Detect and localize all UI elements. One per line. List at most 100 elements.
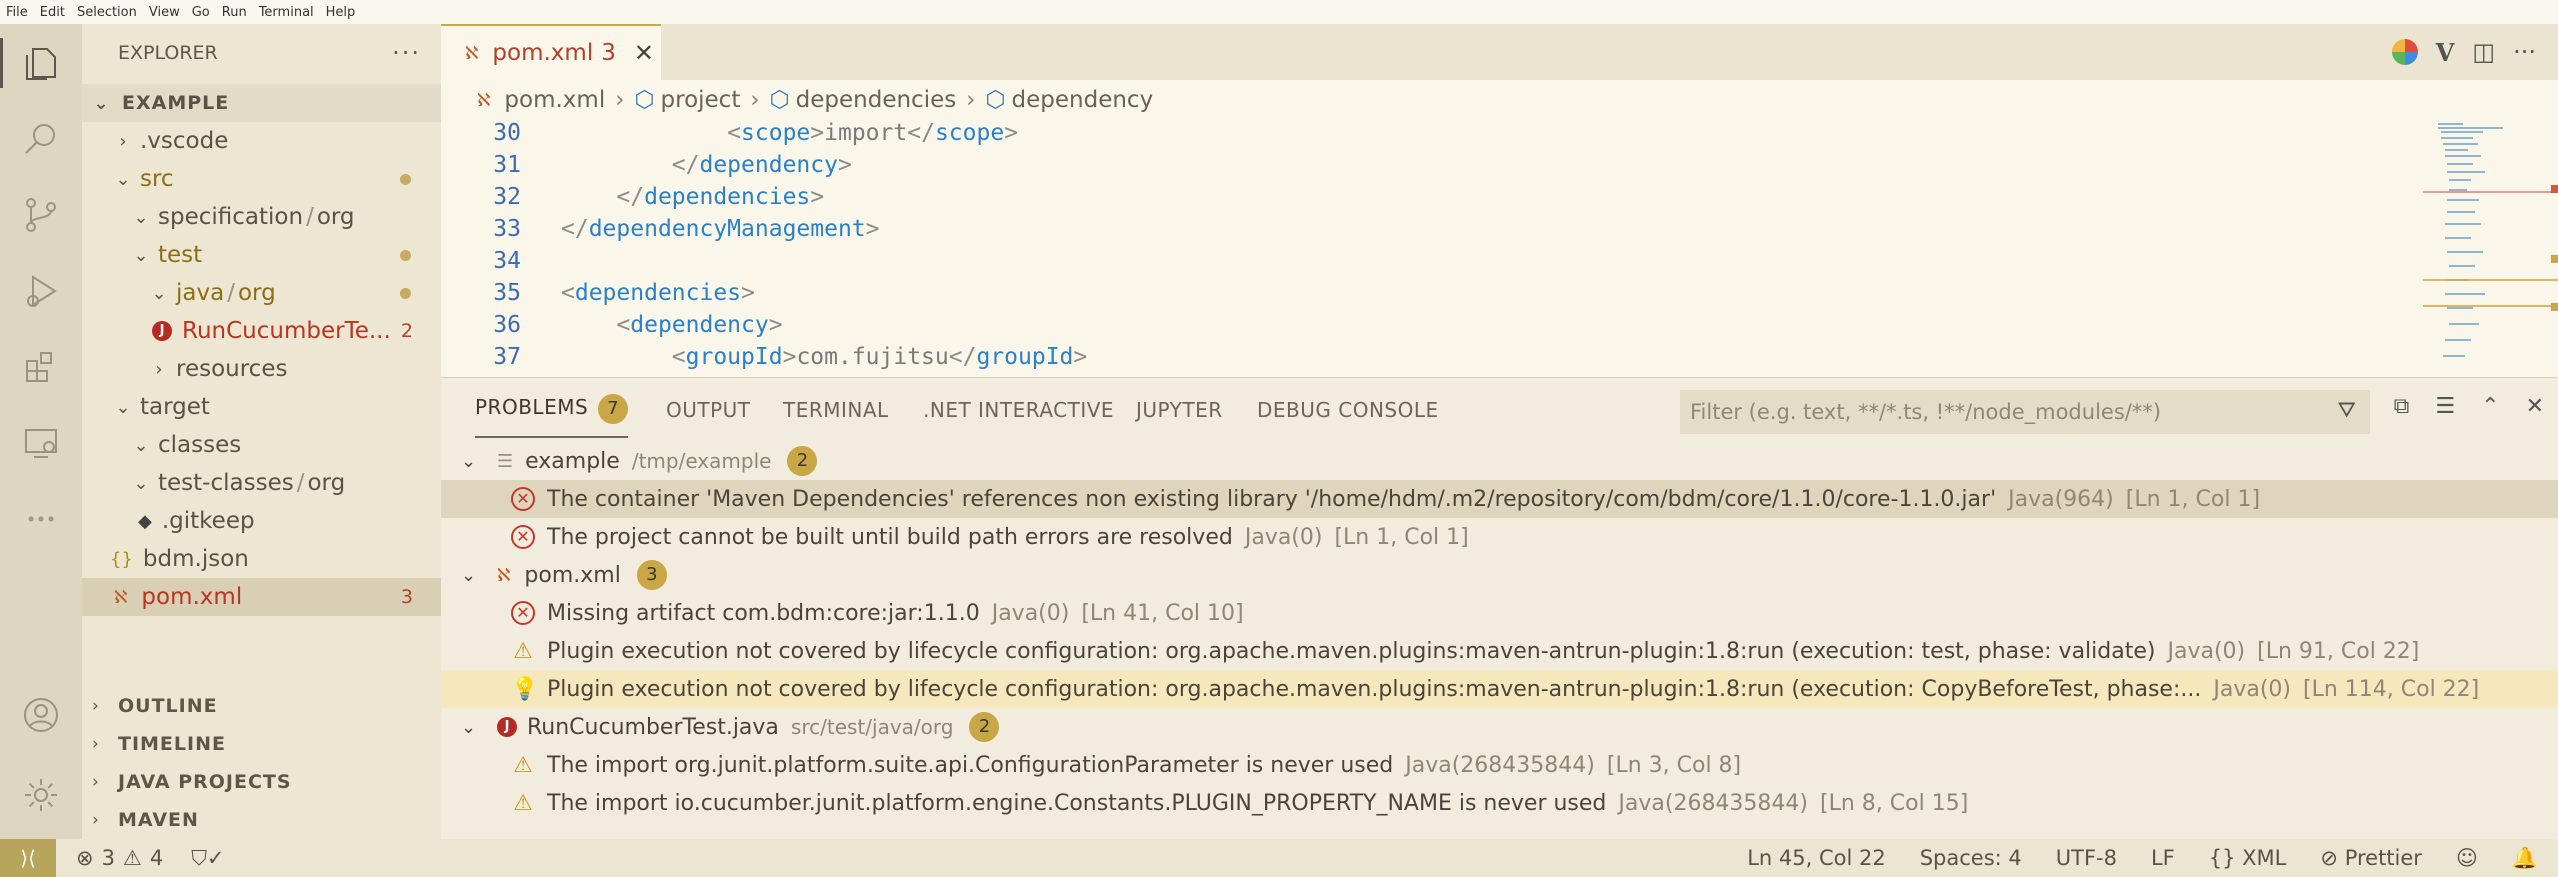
split-editor-icon[interactable]: ◫: [2472, 38, 2495, 66]
explorer-more-icon[interactable]: ···: [392, 39, 421, 67]
tab-debug-console[interactable]: DEBUG CONSOLE: [1257, 398, 1439, 422]
code-line[interactable]: 30 <scope>import</scope>: [441, 120, 2441, 152]
code-editor[interactable]: 30 <scope>import</scope> 31 </dependency>…: [441, 120, 2441, 377]
problems-status[interactable]: ⊗ 3 ⚠ 4: [76, 846, 163, 870]
tree-item-specification[interactable]: ⌄ specification / org: [82, 198, 441, 236]
tree-item-runcucumbertest[interactable]: J RunCucumberTe... 2: [82, 312, 441, 350]
code-line[interactable]: 37 <groupId>com.fujitsu</groupId>: [441, 344, 2441, 376]
source-control-icon: [26, 198, 56, 232]
chevron-right-icon: ›: [92, 696, 100, 716]
code-line[interactable]: 32 </dependencies>: [441, 184, 2441, 216]
collapse-all-icon[interactable]: ⧉: [2394, 394, 2410, 419]
problem-row[interactable]: ✕ Missing artifact com.bdm:core:jar:1.1.0…: [441, 594, 2558, 632]
problem-row[interactable]: ✕ The container 'Maven Dependencies' refe…: [441, 480, 2558, 518]
tree-item-java[interactable]: ⌄ java / org: [82, 274, 441, 312]
breadcrumb-item[interactable]: project: [661, 87, 741, 113]
problem-row[interactable]: ⚠ The import io.cucumber.junit.platform.e…: [441, 784, 2558, 822]
menu-selection[interactable]: Selection: [77, 5, 137, 20]
feedback-icon[interactable]: ☺: [2456, 846, 2478, 870]
source-control-activity[interactable]: [0, 180, 82, 250]
tree-item-src[interactable]: ⌄ src: [82, 160, 441, 198]
menu-view[interactable]: View: [149, 5, 180, 20]
shield-status[interactable]: ⛉✓: [191, 846, 224, 871]
menu-edit[interactable]: Edit: [40, 5, 65, 20]
tab-output[interactable]: OUTPUT: [666, 398, 751, 422]
close-icon[interactable]: ✕: [2526, 394, 2544, 419]
maximize-panel-icon[interactable]: ⌃: [2481, 394, 2499, 419]
menu-terminal[interactable]: Terminal: [259, 5, 314, 20]
filter-icon[interactable]: ⛛: [2338, 398, 2356, 423]
manage-activity[interactable]: [0, 760, 82, 830]
search-activity[interactable]: [0, 104, 82, 174]
tab-dotnet-interactive[interactable]: .NET INTERACTIVE: [923, 398, 1114, 422]
menu-run[interactable]: Run: [222, 5, 247, 20]
code-line[interactable]: 35 <dependencies>: [441, 280, 2441, 312]
tab-problems[interactable]: PROBLEMS 7: [475, 394, 629, 438]
language-mode[interactable]: {} XML: [2209, 846, 2287, 870]
tree-item-label: java: [176, 280, 225, 306]
end-of-line[interactable]: LF: [2151, 846, 2175, 870]
encoding[interactable]: UTF-8: [2056, 846, 2117, 870]
menu-file[interactable]: File: [6, 5, 28, 20]
tree-item-resources[interactable]: › resources: [82, 350, 441, 388]
breadcrumb-item[interactable]: dependency: [1012, 87, 1154, 113]
lightbulb-icon[interactable]: 💡: [511, 677, 538, 702]
tree-item-gitkeep[interactable]: ◆ .gitkeep: [82, 502, 441, 540]
problem-group-pom-xml[interactable]: ⌄ ℵ pom.xml 3: [441, 556, 2558, 594]
notifications-icon[interactable]: 🔔: [2512, 846, 2538, 871]
menu-go[interactable]: Go: [192, 5, 210, 20]
tree-item-test[interactable]: ⌄ test: [82, 236, 441, 274]
more-activity[interactable]: [0, 484, 82, 554]
tree-item-classes[interactable]: ⌄ classes: [82, 426, 441, 464]
breadcrumb-item[interactable]: pom.xml: [504, 87, 605, 113]
indentation[interactable]: Spaces: 4: [1920, 846, 2022, 870]
tab-jupyter[interactable]: JUPYTER: [1136, 398, 1223, 422]
extensions-activity[interactable]: [0, 332, 82, 402]
tree-item-pom-xml[interactable]: ℵ pom.xml 3: [82, 578, 441, 616]
code-line[interactable]: 33 </dependencyManagement>: [441, 216, 2441, 248]
code-line[interactable]: 31 </dependency>: [441, 152, 2441, 184]
tree-item-vscode[interactable]: › .vscode: [82, 122, 441, 160]
section-label: OUTLINE: [118, 695, 218, 717]
minimap[interactable]: [2423, 120, 2558, 377]
problem-row[interactable]: 💡 Plugin execution not covered by lifecyc…: [441, 670, 2558, 708]
maven-section[interactable]: › MAVEN: [82, 801, 441, 839]
code-line[interactable]: 36 <dependency>: [441, 312, 2441, 344]
editor-area: ℵ pom.xml 3 ✕ V ◫ ··· ℵ pom.xml › ⬡ proj…: [441, 24, 2558, 377]
more-actions-icon[interactable]: ···: [2513, 38, 2536, 66]
color-wheel-icon[interactable]: [2391, 39, 2418, 65]
accounts-activity[interactable]: [0, 680, 82, 750]
tree-item-test-classes[interactable]: ⌄ test-classes / org: [82, 464, 441, 502]
v-extension-icon[interactable]: V: [2436, 38, 2455, 67]
group-path: /tmp/example: [631, 449, 772, 473]
problems-filter-input[interactable]: Filter (e.g. text, **/*.ts, !**/node_mod…: [1680, 390, 2370, 434]
close-icon[interactable]: ✕: [634, 39, 654, 67]
path-separator: /: [296, 470, 305, 496]
section-label: JAVA PROJECTS: [118, 771, 292, 793]
problem-row[interactable]: ✕ The project cannot be built until build…: [441, 518, 2558, 556]
menu-help[interactable]: Help: [326, 5, 356, 20]
tab-pom-xml[interactable]: ℵ pom.xml 3 ✕: [441, 24, 661, 80]
breadcrumb-item[interactable]: dependencies: [796, 87, 957, 113]
prettier-status[interactable]: ⊘ Prettier: [2320, 846, 2422, 870]
tree-item-target[interactable]: ⌄ target: [82, 388, 441, 426]
cursor-position[interactable]: Ln 45, Col 22: [1747, 846, 1886, 870]
remote-indicator[interactable]: ⟩⟨: [0, 839, 56, 877]
timeline-section[interactable]: › TIMELINE: [82, 725, 441, 763]
outline-section[interactable]: › OUTLINE: [82, 687, 441, 725]
problem-group-example[interactable]: ⌄ ☰ example/tmp/example 2: [441, 442, 2558, 480]
shield-check-icon: ⛉✓: [191, 845, 225, 870]
workspace-root[interactable]: ⌄ EXAMPLE: [82, 84, 441, 122]
tab-terminal[interactable]: TERMINAL: [783, 398, 889, 422]
problem-row[interactable]: ⚠ Plugin execution not covered by lifecyc…: [441, 632, 2558, 670]
tree-item-label-suffix: org: [307, 470, 346, 496]
tree-item-bdm-json[interactable]: {} bdm.json: [82, 540, 441, 578]
remote-explorer-activity[interactable]: [0, 408, 82, 478]
run-debug-activity[interactable]: [0, 256, 82, 326]
explorer-activity[interactable]: [0, 28, 82, 98]
view-as-list-icon[interactable]: ☰: [2435, 394, 2455, 419]
java-projects-section[interactable]: › JAVA PROJECTS: [82, 763, 441, 801]
code-line[interactable]: 34: [441, 248, 2441, 280]
problem-row[interactable]: ⚠ The import org.junit.platform.suite.api…: [441, 746, 2558, 784]
problem-group-runcucumbertest[interactable]: ⌄ J RunCucumberTest.java src/test/java/org…: [441, 708, 2558, 746]
